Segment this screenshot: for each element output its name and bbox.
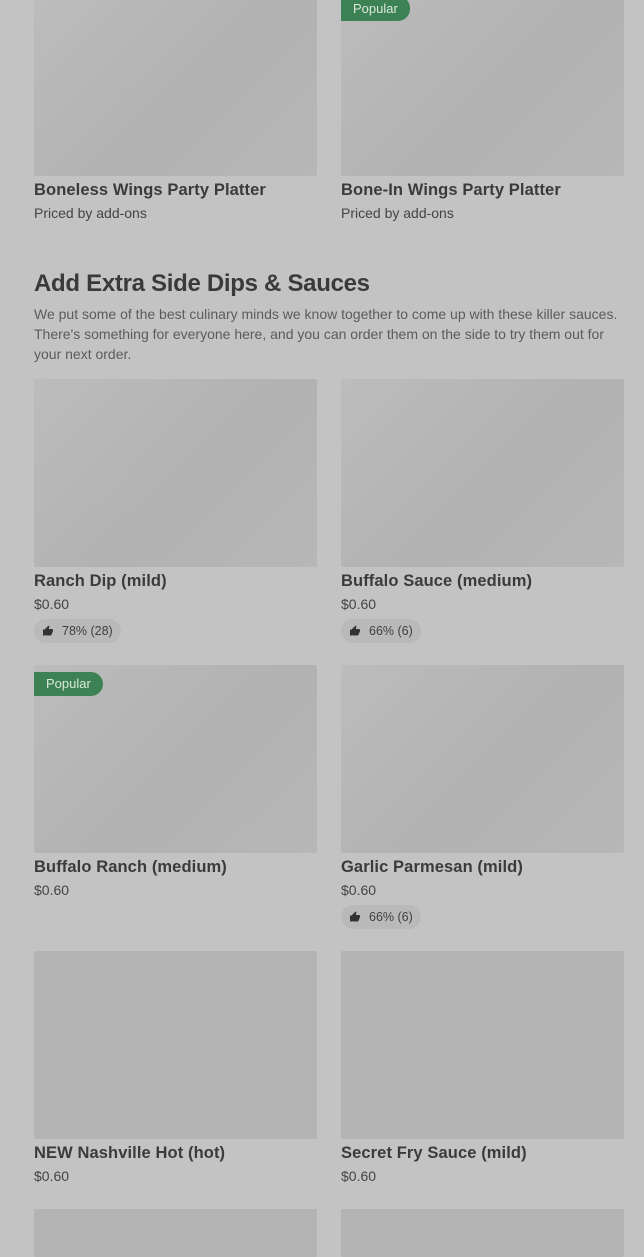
rating-text: 78% (28) — [62, 624, 113, 638]
menu-item-card[interactable]: Buffalo Sauce (medium) $0.60 66% (6) — [341, 379, 624, 643]
item-image — [34, 0, 317, 176]
item-name: Garlic Parmesan (mild) — [341, 858, 523, 876]
thumbs-up-icon — [350, 625, 360, 636]
section-title: Add Extra Side Dips & Sauces — [34, 270, 370, 297]
item-image — [34, 1209, 317, 1257]
item-name: Buffalo Sauce (medium) — [341, 572, 533, 590]
menu-item-card[interactable]: Garlic Parmesan (mild) $0.60 66% (6) — [341, 665, 624, 929]
item-name: NEW Nashville Hot (hot) — [34, 1144, 226, 1162]
menu-item-card[interactable] — [34, 1209, 317, 1257]
item-image — [341, 665, 624, 853]
section-description: We put some of the best culinary minds w… — [34, 306, 618, 362]
item-image: Popular — [341, 0, 624, 176]
menu-item-card[interactable]: Popular Bone-In Wings Party Platter Pric… — [341, 0, 624, 221]
item-name: Buffalo Ranch (medium) — [34, 858, 227, 876]
item-price: $0.60 — [34, 1168, 70, 1184]
thumbs-up-icon — [350, 911, 360, 922]
item-price: Priced by add-ons — [34, 205, 147, 221]
item-image — [34, 379, 317, 567]
rating-text: 66% (6) — [369, 624, 413, 638]
menu-item-card[interactable]: Boneless Wings Party Platter Priced by a… — [34, 0, 317, 221]
item-image — [34, 951, 317, 1139]
menu-item-card[interactable]: Secret Fry Sauce (mild) $0.60 — [341, 951, 624, 1184]
item-image — [341, 379, 624, 567]
item-price: $0.60 — [34, 596, 70, 612]
menu-item-card[interactable] — [341, 1209, 624, 1257]
item-name: Boneless Wings Party Platter — [34, 181, 266, 199]
item-price: $0.60 — [341, 596, 377, 612]
item-image — [341, 1209, 624, 1257]
item-name: Secret Fry Sauce (mild) — [341, 1144, 527, 1162]
item-price: $0.60 — [341, 1168, 377, 1184]
popular-badge: Popular — [341, 0, 410, 21]
item-image: Popular — [34, 665, 317, 853]
rating-badge: 66% (6) — [341, 619, 421, 643]
rating-badge: 78% (28) — [34, 619, 121, 643]
item-name: Bone-In Wings Party Platter — [341, 181, 561, 199]
item-price: $0.60 — [341, 882, 377, 898]
section-header: Add Extra Side Dips & Sauces We put some… — [34, 270, 624, 364]
menu-item-card[interactable]: Ranch Dip (mild) $0.60 78% (28) — [34, 379, 317, 643]
item-image — [341, 951, 624, 1139]
menu-item-card[interactable]: NEW Nashville Hot (hot) $0.60 — [34, 951, 317, 1184]
rating-text: 66% (6) — [369, 910, 413, 924]
rating-badge: 66% (6) — [341, 905, 421, 929]
item-price: Priced by add-ons — [341, 205, 454, 221]
popular-badge: Popular — [34, 672, 103, 696]
thumbs-up-icon — [43, 625, 53, 636]
menu-item-card[interactable]: Popular Buffalo Ranch (medium) $0.60 — [34, 665, 317, 898]
item-name: Ranch Dip (mild) — [34, 572, 167, 590]
item-price: $0.60 — [34, 882, 70, 898]
